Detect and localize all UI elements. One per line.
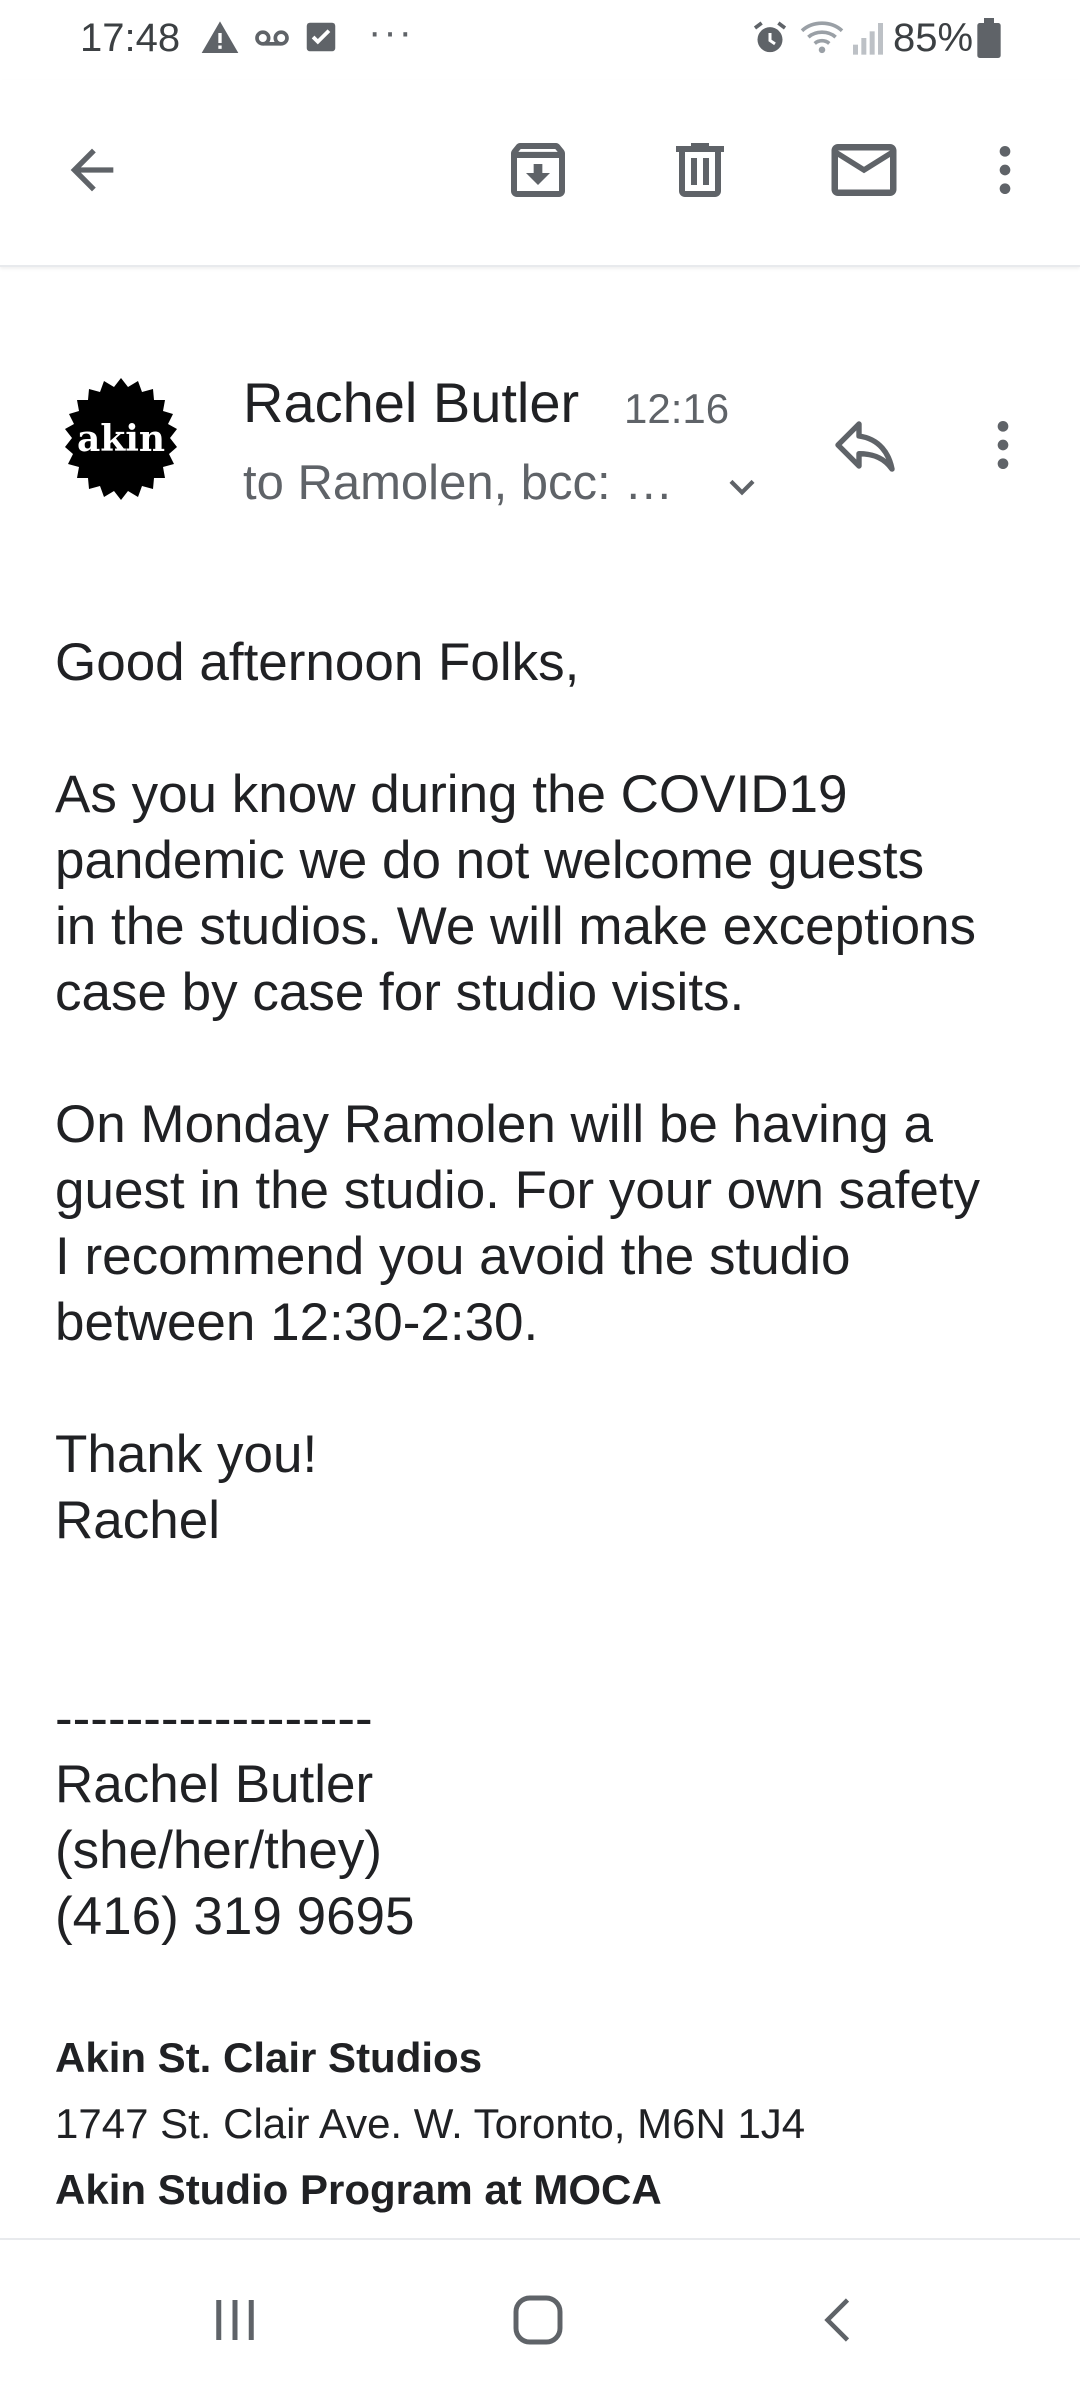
signature-divider: ------------------	[55, 1689, 373, 1748]
checkbox-icon	[302, 18, 340, 61]
more-vert-icon	[997, 421, 1009, 469]
body-line: guest in the studio. For your own safety	[55, 1161, 981, 1220]
home-icon	[513, 2295, 563, 2345]
recent-apps-button[interactable]	[175, 2280, 295, 2360]
body-line: On Monday Ramolen will be having a	[55, 1095, 933, 1154]
battery-percent: 85%	[893, 16, 974, 60]
signature-name: Rachel Butler	[55, 1755, 374, 1814]
signature-phone[interactable]: (416) 319 9695	[55, 1884, 1045, 1950]
recent-apps-icon	[216, 2300, 254, 2340]
message-time: 12:16	[624, 385, 730, 432]
signature-pronouns: (she/her/they)	[55, 1821, 382, 1880]
more-options-button[interactable]	[955, 120, 1055, 220]
signature-org-name: Akin St. Clair Studios	[55, 2034, 483, 2081]
signature-org-block: Akin St. Clair Studios 1747 St. Clair Av…	[55, 2025, 1045, 2223]
body-line: in the studios. We will make exceptions	[55, 897, 977, 956]
home-button[interactable]	[478, 2280, 598, 2360]
sender-avatar[interactable]: akin	[56, 376, 186, 506]
back-arrow-icon	[70, 148, 114, 192]
wifi-icon	[800, 18, 844, 63]
mark-unread-icon	[831, 144, 897, 196]
delete-button[interactable]	[650, 120, 750, 220]
body-line: between 12:30-2:30.	[55, 1293, 539, 1352]
message-more-button[interactable]	[958, 400, 1048, 490]
battery-icon	[976, 18, 1002, 63]
back-icon	[824, 2298, 850, 2342]
recipients-expand-button[interactable]	[717, 462, 767, 512]
email-body: Good afternoon Folks, As you know during…	[55, 630, 1045, 1950]
reply-button[interactable]	[820, 400, 910, 490]
signature-address[interactable]: 1747 St. Clair Ave. W. Toronto, M6N 1J4	[55, 2091, 1045, 2157]
closing-line: Thank you!	[55, 1425, 318, 1484]
voicemail-icon	[252, 18, 292, 63]
greeting: Good afternoon Folks,	[55, 633, 580, 692]
mark-unread-button[interactable]	[814, 120, 914, 220]
alarm-icon	[750, 18, 790, 63]
body-line: case by case for studio visits.	[55, 963, 745, 1022]
system-back-button[interactable]	[780, 2280, 900, 2360]
warning-icon	[200, 18, 240, 63]
recipients-summary[interactable]: to Ramolen, bcc: …	[243, 455, 673, 511]
signal-icon	[848, 18, 888, 63]
reply-icon	[835, 421, 895, 472]
delete-icon	[676, 143, 724, 197]
archive-icon	[511, 143, 565, 197]
system-nav-bar	[0, 2238, 1080, 2402]
body-line: As you know during the COVID19	[55, 765, 848, 824]
avatar-text: akin	[77, 418, 165, 460]
archive-button[interactable]	[488, 120, 588, 220]
top-toolbar	[0, 80, 1080, 267]
body-line: I recommend you avoid the studio	[55, 1227, 851, 1286]
status-time: 17:48	[80, 16, 181, 60]
body-line: pandemic we do not welcome guests	[55, 831, 925, 890]
signature-org-program: Akin Studio Program at MOCA	[55, 2166, 662, 2213]
back-button[interactable]	[42, 120, 142, 220]
more-vert-icon	[999, 146, 1011, 194]
closing-signoff: Rachel	[55, 1491, 220, 1550]
status-overflow-dots: ···	[368, 10, 414, 54]
status-bar: 17:48 ··· 85%	[0, 0, 1080, 80]
sender-name[interactable]: Rachel Butler	[243, 370, 579, 435]
chevron-down-icon	[729, 479, 755, 496]
